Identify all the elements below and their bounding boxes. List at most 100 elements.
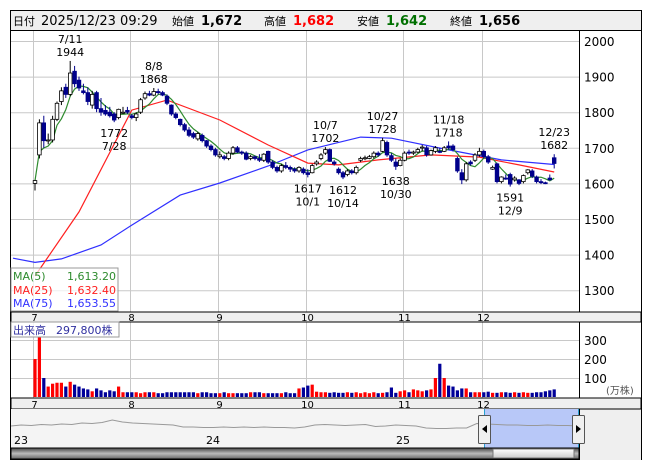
volume-bar	[513, 392, 517, 397]
candle-up	[463, 163, 469, 181]
candle-up	[415, 149, 420, 153]
candle-down	[235, 147, 240, 153]
volume-bar	[341, 392, 345, 397]
volume-bar	[174, 392, 178, 397]
annotation-line2: 10/1	[295, 195, 320, 208]
candle-down	[552, 157, 557, 164]
candle-up	[512, 177, 517, 181]
candle-up	[402, 152, 407, 161]
volume-bar	[411, 389, 415, 397]
month-label: 10	[301, 313, 314, 324]
volume-bar	[385, 392, 389, 397]
volume-bar	[306, 385, 310, 397]
volume-bar	[152, 392, 156, 397]
volume-bar	[517, 392, 521, 397]
navigator-left-handle[interactable]	[478, 415, 491, 444]
volume-bar	[240, 393, 244, 397]
candle-down	[252, 156, 258, 159]
candle-up	[90, 94, 95, 106]
candle-down	[507, 174, 513, 185]
candle-down	[177, 118, 183, 126]
volume-bar	[205, 392, 209, 397]
volume-bar	[200, 392, 204, 397]
candle-up	[397, 159, 403, 166]
volume-bar	[231, 393, 235, 397]
candle-up	[367, 156, 372, 159]
volume-bar	[407, 392, 411, 397]
volume-bar	[376, 393, 380, 397]
volume-bar	[433, 378, 437, 397]
volume-label: 出来高	[13, 323, 46, 337]
volume-bar	[367, 393, 371, 397]
annotation-line1: 1638	[382, 175, 410, 188]
volume-bar	[438, 363, 442, 397]
candle-down	[199, 134, 205, 142]
volume-bar	[293, 393, 297, 397]
ma25-label: MA(25)	[13, 284, 53, 297]
volume-bar	[455, 390, 459, 397]
volume-bar	[222, 392, 226, 397]
candle-down	[103, 110, 108, 115]
candle-down	[305, 172, 310, 175]
candle-down	[450, 145, 456, 150]
datetime: 2025/12/23 09:29	[41, 14, 158, 29]
annotation-line1: 1612	[329, 184, 357, 197]
navigator-selection[interactable]	[484, 409, 579, 448]
candle-down	[516, 179, 522, 184]
annotation-line1: 8/8	[145, 60, 163, 73]
volume-bar	[552, 389, 556, 397]
volume-bar	[42, 378, 46, 397]
volume-tick-label: 200	[584, 353, 607, 367]
price-tick-label: 1400	[584, 249, 615, 263]
volume-bar	[543, 391, 547, 397]
candle-up	[499, 176, 504, 183]
candle-up	[525, 169, 530, 174]
ma25-value: 1,632.40	[67, 284, 116, 297]
annotation-line2: 1728	[369, 123, 397, 136]
scrollbar-thumb[interactable]	[492, 448, 575, 459]
volume-bar	[477, 392, 481, 397]
candle-down	[485, 156, 491, 163]
candle-down	[287, 166, 293, 170]
price-tick-label: 2000	[584, 35, 615, 49]
candle-down	[547, 177, 552, 181]
volume-bar	[297, 388, 301, 397]
price-tick-label: 1800	[584, 106, 615, 120]
volume-bar	[64, 386, 68, 397]
volume-bar	[147, 392, 151, 397]
volume-bar	[117, 386, 121, 397]
candle-up	[279, 165, 284, 172]
candle-down	[221, 156, 227, 159]
high-value: 1,682	[293, 14, 334, 29]
candle-up	[411, 151, 416, 154]
candle-up	[46, 139, 51, 142]
candle-down	[243, 152, 249, 160]
volume-bar	[345, 392, 349, 397]
price-tick-label: 1700	[584, 142, 615, 156]
candle-up	[37, 122, 42, 156]
volume-bar	[535, 392, 539, 397]
candle-down	[538, 181, 544, 184]
candle-down	[41, 122, 46, 142]
candle-down	[437, 150, 442, 153]
candle-down	[327, 149, 332, 162]
volume-bar	[46, 386, 50, 397]
volume-unit: (万株)	[606, 384, 634, 397]
low-label: 安値	[357, 14, 379, 28]
month-axis-volume	[10, 397, 642, 410]
volume-bar	[33, 359, 37, 397]
volume-bar	[37, 337, 41, 397]
stock-chart: 日付 2025/12/23 09:29 始値 1,672 高値 1,682 安値…	[10, 10, 642, 460]
annotation-line1: 11/18	[433, 113, 465, 126]
volume-bar	[95, 388, 99, 397]
candle-down	[455, 158, 460, 172]
candle-up	[358, 158, 363, 161]
volume-bar	[429, 389, 433, 397]
annotation-line1: 12/23	[538, 126, 570, 139]
candle-down	[459, 172, 464, 181]
navigator-right-handle[interactable]	[572, 415, 585, 444]
candle-up	[323, 149, 328, 154]
annotation-line2: 1682	[540, 139, 568, 152]
volume-bar	[530, 392, 534, 397]
volume-bar	[262, 393, 266, 397]
